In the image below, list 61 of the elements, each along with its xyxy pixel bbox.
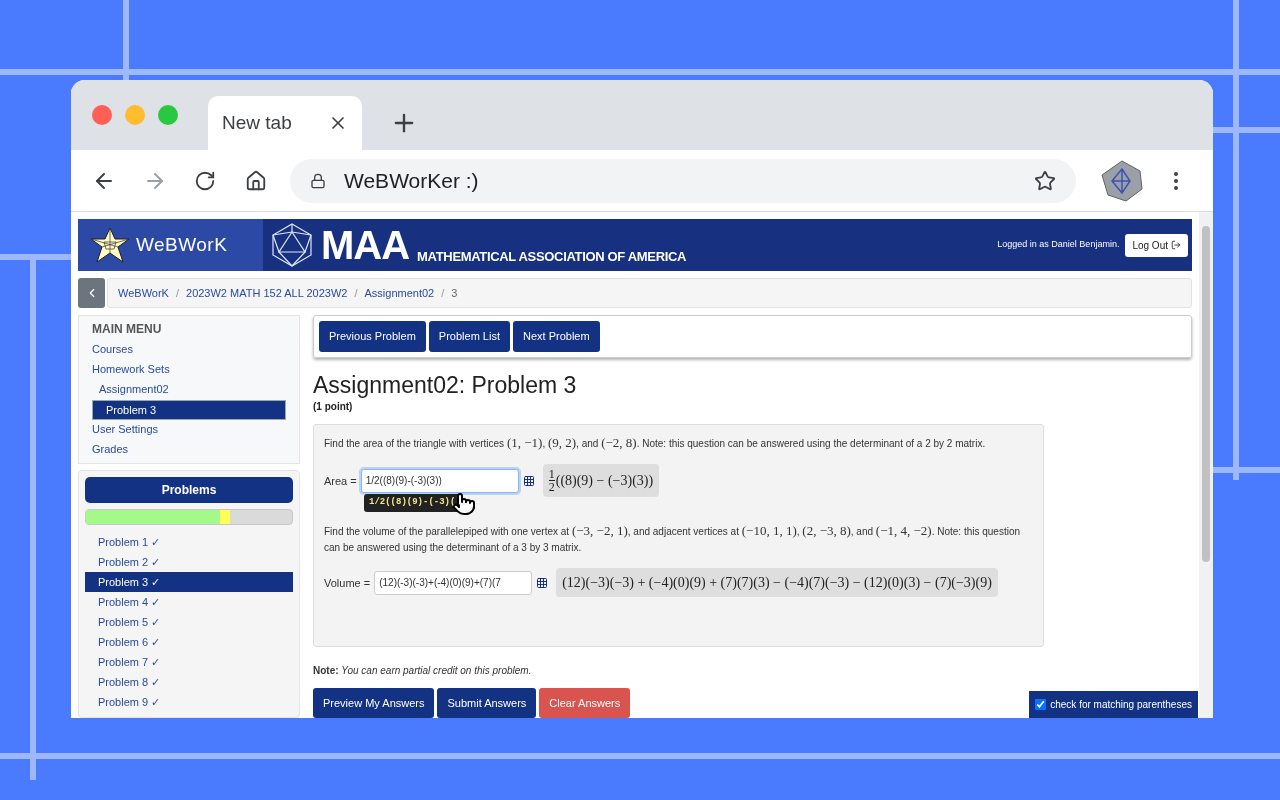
breadcrumb-link[interactable]: 2023W2 MATH 152 ALL 2023W2 [186,284,348,302]
logged-in-text: Logged in as Daniel Benjamin. [997,238,1120,252]
bookmark-star-icon[interactable] [1034,169,1056,192]
log-out-icon [1171,240,1181,250]
nav-button[interactable]: Previous Problem [319,321,426,352]
menu-link[interactable]: User Settings [79,420,299,440]
page-title: Assignment02: Problem 3 [313,370,578,400]
nav-button[interactable]: Problem List [428,321,510,352]
grid-icon[interactable] [536,576,549,589]
breadcrumb-separator: / [354,285,358,301]
hand-cursor-icon [452,492,476,517]
menu-link[interactable]: Assignment02 [79,380,286,400]
parentheses-tooltip: 1/2((8)(9)-(-3)( [364,494,461,512]
reload-icon[interactable] [194,169,216,192]
action-button[interactable]: Clear Answers [539,687,631,718]
partial-credit-note: Note: You can earn partial credit on this problem. [313,663,533,678]
log-out-button[interactable]: Log Out [1125,233,1188,257]
back-button[interactable] [78,278,105,308]
points-label: (1 point) [313,400,354,415]
menu-link[interactable]: Problem 3 [92,400,286,420]
grid-icon[interactable] [522,474,535,487]
browser-tab[interactable]: New tab [208,96,362,150]
action-button[interactable]: Preview My Answers [313,687,435,718]
problem-link[interactable]: Problem 4 ✓ [85,592,293,612]
problem-link[interactable]: Problem 2 ✓ [85,552,293,572]
main-menu-heading: MAIN MENU [91,321,163,338]
breadcrumb-link[interactable]: WeBWorK [118,284,169,302]
question-text: Find the area of the triangle with vertices (1, −1), (9, 2), and (−2, 8). Note: this question can be answered using the determinant of a 2 by 2 matrix. [324,435,987,453]
problem-link[interactable]: Problem 9 ✓ [85,692,293,712]
nav-button[interactable]: Next Problem [512,321,600,352]
address-bar[interactable]: WeBWorKer :) [290,158,1076,203]
breadcrumb-link[interactable]: Assignment02 [364,284,435,302]
icosahedron-logo-icon [269,222,315,268]
problem-link[interactable]: Problem 8 ✓ [85,672,293,692]
lock-icon [310,172,326,189]
menu-link[interactable]: Grades [79,440,299,460]
answer-field[interactable]: (12)(-3)(-3)+(-4)(0)(9)+(7)(7 [374,570,533,595]
problem-link[interactable]: Problem 5 ✓ [85,612,293,632]
maa-logo-text: MAA [321,225,410,265]
problem-link[interactable]: Problem 6 ✓ [85,632,293,652]
problem-link[interactable]: Problem 1 ✓ [85,532,293,552]
problem-link[interactable]: Problem 3 ✓ [85,572,293,592]
profile-avatar-icon[interactable] [1100,158,1144,203]
action-button[interactable]: Submit Answers [437,687,537,718]
web-star-logo-icon [90,227,130,263]
scrollbar[interactable] [1199,212,1213,718]
answer-label: Area = [324,473,357,489]
paren-checkbox[interactable] [1035,699,1047,710]
menu-link[interactable]: Courses [79,340,299,360]
problems-heading: Problems [85,477,293,503]
paren-check-label[interactable]: check for matching parentheses [1050,697,1192,712]
answer-preview: (12)(−3)(−3) + (−4)(0)(9) + (7)(7)(3) − (−4)(7)(−3) − (12)(0)(3) − (7)(−3)(9) [556,568,998,598]
breadcrumb-separator: / [441,285,445,301]
problem-link[interactable]: Problem 7 ✓ [85,652,293,672]
answer-field[interactable]: 1/2((8)(9)-(-3)(3)) [360,468,519,493]
answer-label: Volume = [324,575,371,591]
home-icon[interactable] [245,169,267,192]
maa-full-name: MATHEMATICAL ASSOCIATION OF AMERICA [417,247,687,266]
menu-link[interactable]: Homework Sets [79,360,299,380]
question-text: Find the volume of the parallelepiped with one vertex at (−3, −2, 1), and adjacent vertices at (−10, 1, 1), (2, −3, 8), and (−1, 4, −2). Note: this question can be answered using the determinant of a 3 by 3 matrix. [324,523,1022,556]
breadcrumb-separator: / [175,285,179,301]
